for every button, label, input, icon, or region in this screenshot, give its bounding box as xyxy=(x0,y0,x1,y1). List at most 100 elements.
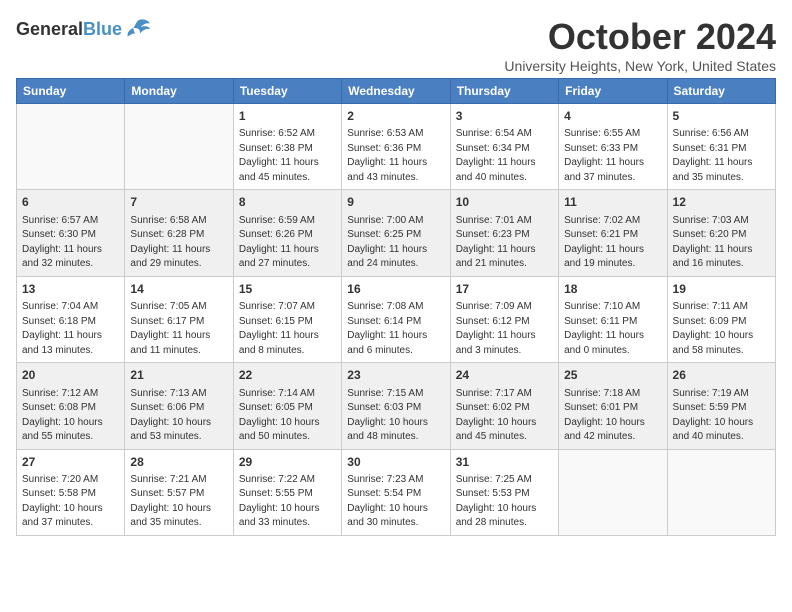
day-number: 12 xyxy=(673,194,770,211)
day-number: 3 xyxy=(456,108,553,125)
day-info: Sunrise: 6:54 AM Sunset: 6:34 PM Dayligh… xyxy=(456,127,553,185)
day-number: 6 xyxy=(22,194,119,211)
day-number: 31 xyxy=(456,454,553,471)
day-number: 5 xyxy=(673,108,770,125)
day-info: Sunrise: 7:01 AM Sunset: 6:23 PM Dayligh… xyxy=(456,214,553,272)
calendar-cell: 1 Sunrise: 6:52 AM Sunset: 6:38 PM Daylig… xyxy=(233,104,341,190)
day-number: 22 xyxy=(239,367,336,384)
day-info: Sunrise: 7:12 AM Sunset: 6:08 PM Dayligh… xyxy=(22,387,119,445)
day-info: Sunrise: 7:22 AM Sunset: 5:55 PM Dayligh… xyxy=(239,473,336,531)
day-info: Sunrise: 6:53 AM Sunset: 6:36 PM Dayligh… xyxy=(347,127,444,185)
logo-icon xyxy=(124,16,152,44)
month-title: October 2024 xyxy=(504,16,776,58)
day-info: Sunrise: 6:58 AM Sunset: 6:28 PM Dayligh… xyxy=(130,214,227,272)
calendar-cell xyxy=(17,104,125,190)
day-number: 11 xyxy=(564,194,661,211)
calendar-cell: 24 Sunrise: 7:17 AM Sunset: 6:02 PM Dayli… xyxy=(450,363,558,449)
calendar-week-row: 6 Sunrise: 6:57 AM Sunset: 6:30 PM Daylig… xyxy=(17,190,776,276)
weekday-header-row: SundayMondayTuesdayWednesdayThursdayFrid… xyxy=(17,79,776,104)
calendar-cell xyxy=(125,104,233,190)
day-info: Sunrise: 7:08 AM Sunset: 6:14 PM Dayligh… xyxy=(347,300,444,358)
day-number: 30 xyxy=(347,454,444,471)
day-info: Sunrise: 7:11 AM Sunset: 6:09 PM Dayligh… xyxy=(673,300,770,358)
weekday-header: Tuesday xyxy=(233,79,341,104)
day-info: Sunrise: 7:15 AM Sunset: 6:03 PM Dayligh… xyxy=(347,387,444,445)
calendar-cell: 19Sunrise: 7:11 AM Sunset: 6:09 PM Dayli… xyxy=(667,276,775,362)
day-number: 13 xyxy=(22,281,119,298)
day-info: Sunrise: 7:10 AM Sunset: 6:11 PM Dayligh… xyxy=(564,300,661,358)
day-info: Sunrise: 7:03 AM Sunset: 6:20 PM Dayligh… xyxy=(673,214,770,272)
day-info: Sunrise: 7:00 AM Sunset: 6:25 PM Dayligh… xyxy=(347,214,444,272)
logo: GeneralBlue xyxy=(16,16,152,44)
day-number: 25 xyxy=(564,367,661,384)
day-info: Sunrise: 6:52 AM Sunset: 6:38 PM Dayligh… xyxy=(239,127,336,185)
calendar-table: SundayMondayTuesdayWednesdayThursdayFrid… xyxy=(16,78,776,536)
calendar-cell: 5 Sunrise: 6:56 AM Sunset: 6:31 PM Daylig… xyxy=(667,104,775,190)
calendar-cell: 2 Sunrise: 6:53 AM Sunset: 6:36 PM Daylig… xyxy=(342,104,450,190)
day-info: Sunrise: 6:55 AM Sunset: 6:33 PM Dayligh… xyxy=(564,127,661,185)
calendar-cell: 29Sunrise: 7:22 AM Sunset: 5:55 PM Dayli… xyxy=(233,449,341,535)
calendar-cell: 17 Sunrise: 7:09 AM Sunset: 6:12 PM Dayli… xyxy=(450,276,558,362)
calendar-cell: 13 Sunrise: 7:04 AM Sunset: 6:18 PM Dayli… xyxy=(17,276,125,362)
day-info: Sunrise: 7:20 AM Sunset: 5:58 PM Dayligh… xyxy=(22,473,119,531)
weekday-header: Sunday xyxy=(17,79,125,104)
day-info: Sunrise: 7:04 AM Sunset: 6:18 PM Dayligh… xyxy=(22,300,119,358)
day-number: 21 xyxy=(130,367,227,384)
day-info: Sunrise: 7:17 AM Sunset: 6:02 PM Dayligh… xyxy=(456,387,553,445)
day-number: 24 xyxy=(456,367,553,384)
day-number: 23 xyxy=(347,367,444,384)
calendar-cell: 16 Sunrise: 7:08 AM Sunset: 6:14 PM Dayli… xyxy=(342,276,450,362)
day-info: Sunrise: 7:18 AM Sunset: 6:01 PM Dayligh… xyxy=(564,387,661,445)
calendar-cell: 4 Sunrise: 6:55 AM Sunset: 6:33 PM Daylig… xyxy=(559,104,667,190)
calendar-cell: 12 Sunrise: 7:03 AM Sunset: 6:20 PM Dayli… xyxy=(667,190,775,276)
day-info: Sunrise: 7:14 AM Sunset: 6:05 PM Dayligh… xyxy=(239,387,336,445)
day-info: Sunrise: 7:19 AM Sunset: 5:59 PM Dayligh… xyxy=(673,387,770,445)
calendar-cell: 20 Sunrise: 7:12 AM Sunset: 6:08 PM Dayli… xyxy=(17,363,125,449)
day-number: 15 xyxy=(239,281,336,298)
calendar-cell: 28 Sunrise: 7:21 AM Sunset: 5:57 PM Dayli… xyxy=(125,449,233,535)
day-info: Sunrise: 7:21 AM Sunset: 5:57 PM Dayligh… xyxy=(130,473,227,531)
day-number: 4 xyxy=(564,108,661,125)
weekday-header: Monday xyxy=(125,79,233,104)
location-subtitle: University Heights, New York, United Sta… xyxy=(504,58,776,74)
calendar-cell: 18 Sunrise: 7:10 AM Sunset: 6:11 PM Dayli… xyxy=(559,276,667,362)
calendar-cell: 25 Sunrise: 7:18 AM Sunset: 6:01 PM Dayli… xyxy=(559,363,667,449)
weekday-header: Wednesday xyxy=(342,79,450,104)
calendar-cell: 14Sunrise: 7:05 AM Sunset: 6:17 PM Dayli… xyxy=(125,276,233,362)
day-info: Sunrise: 7:07 AM Sunset: 6:15 PM Dayligh… xyxy=(239,300,336,358)
day-info: Sunrise: 6:59 AM Sunset: 6:26 PM Dayligh… xyxy=(239,214,336,272)
calendar-cell: 22 Sunrise: 7:14 AM Sunset: 6:05 PM Dayli… xyxy=(233,363,341,449)
calendar-cell xyxy=(667,449,775,535)
calendar-cell: 27 Sunrise: 7:20 AM Sunset: 5:58 PM Dayli… xyxy=(17,449,125,535)
day-number: 16 xyxy=(347,281,444,298)
calendar-cell: 10Sunrise: 7:01 AM Sunset: 6:23 PM Dayli… xyxy=(450,190,558,276)
calendar-week-row: 27 Sunrise: 7:20 AM Sunset: 5:58 PM Dayli… xyxy=(17,449,776,535)
calendar-cell: 26 Sunrise: 7:19 AM Sunset: 5:59 PM Dayli… xyxy=(667,363,775,449)
calendar-cell: 15 Sunrise: 7:07 AM Sunset: 6:15 PM Dayli… xyxy=(233,276,341,362)
day-number: 27 xyxy=(22,454,119,471)
day-number: 18 xyxy=(564,281,661,298)
day-number: 14 xyxy=(130,281,227,298)
day-info: Sunrise: 6:56 AM Sunset: 6:31 PM Dayligh… xyxy=(673,127,770,185)
calendar-cell: 6 Sunrise: 6:57 AM Sunset: 6:30 PM Daylig… xyxy=(17,190,125,276)
calendar-cell: 30 Sunrise: 7:23 AM Sunset: 5:54 PM Dayli… xyxy=(342,449,450,535)
logo-text: GeneralBlue xyxy=(16,20,122,40)
day-number: 9 xyxy=(347,194,444,211)
day-info: Sunrise: 6:57 AM Sunset: 6:30 PM Dayligh… xyxy=(22,214,119,272)
day-number: 17 xyxy=(456,281,553,298)
day-info: Sunrise: 7:23 AM Sunset: 5:54 PM Dayligh… xyxy=(347,473,444,531)
day-number: 28 xyxy=(130,454,227,471)
day-number: 20 xyxy=(22,367,119,384)
day-number: 2 xyxy=(347,108,444,125)
day-number: 26 xyxy=(673,367,770,384)
title-area: October 2024 University Heights, New Yor… xyxy=(504,16,776,74)
day-info: Sunrise: 7:02 AM Sunset: 6:21 PM Dayligh… xyxy=(564,214,661,272)
calendar-week-row: 13 Sunrise: 7:04 AM Sunset: 6:18 PM Dayli… xyxy=(17,276,776,362)
calendar-cell: 23 Sunrise: 7:15 AM Sunset: 6:03 PM Dayli… xyxy=(342,363,450,449)
day-info: Sunrise: 7:09 AM Sunset: 6:12 PM Dayligh… xyxy=(456,300,553,358)
day-number: 1 xyxy=(239,108,336,125)
calendar-week-row: 1 Sunrise: 6:52 AM Sunset: 6:38 PM Daylig… xyxy=(17,104,776,190)
day-number: 7 xyxy=(130,194,227,211)
calendar-cell: 8Sunrise: 6:59 AM Sunset: 6:26 PM Daylig… xyxy=(233,190,341,276)
calendar-cell: 3 Sunrise: 6:54 AM Sunset: 6:34 PM Daylig… xyxy=(450,104,558,190)
